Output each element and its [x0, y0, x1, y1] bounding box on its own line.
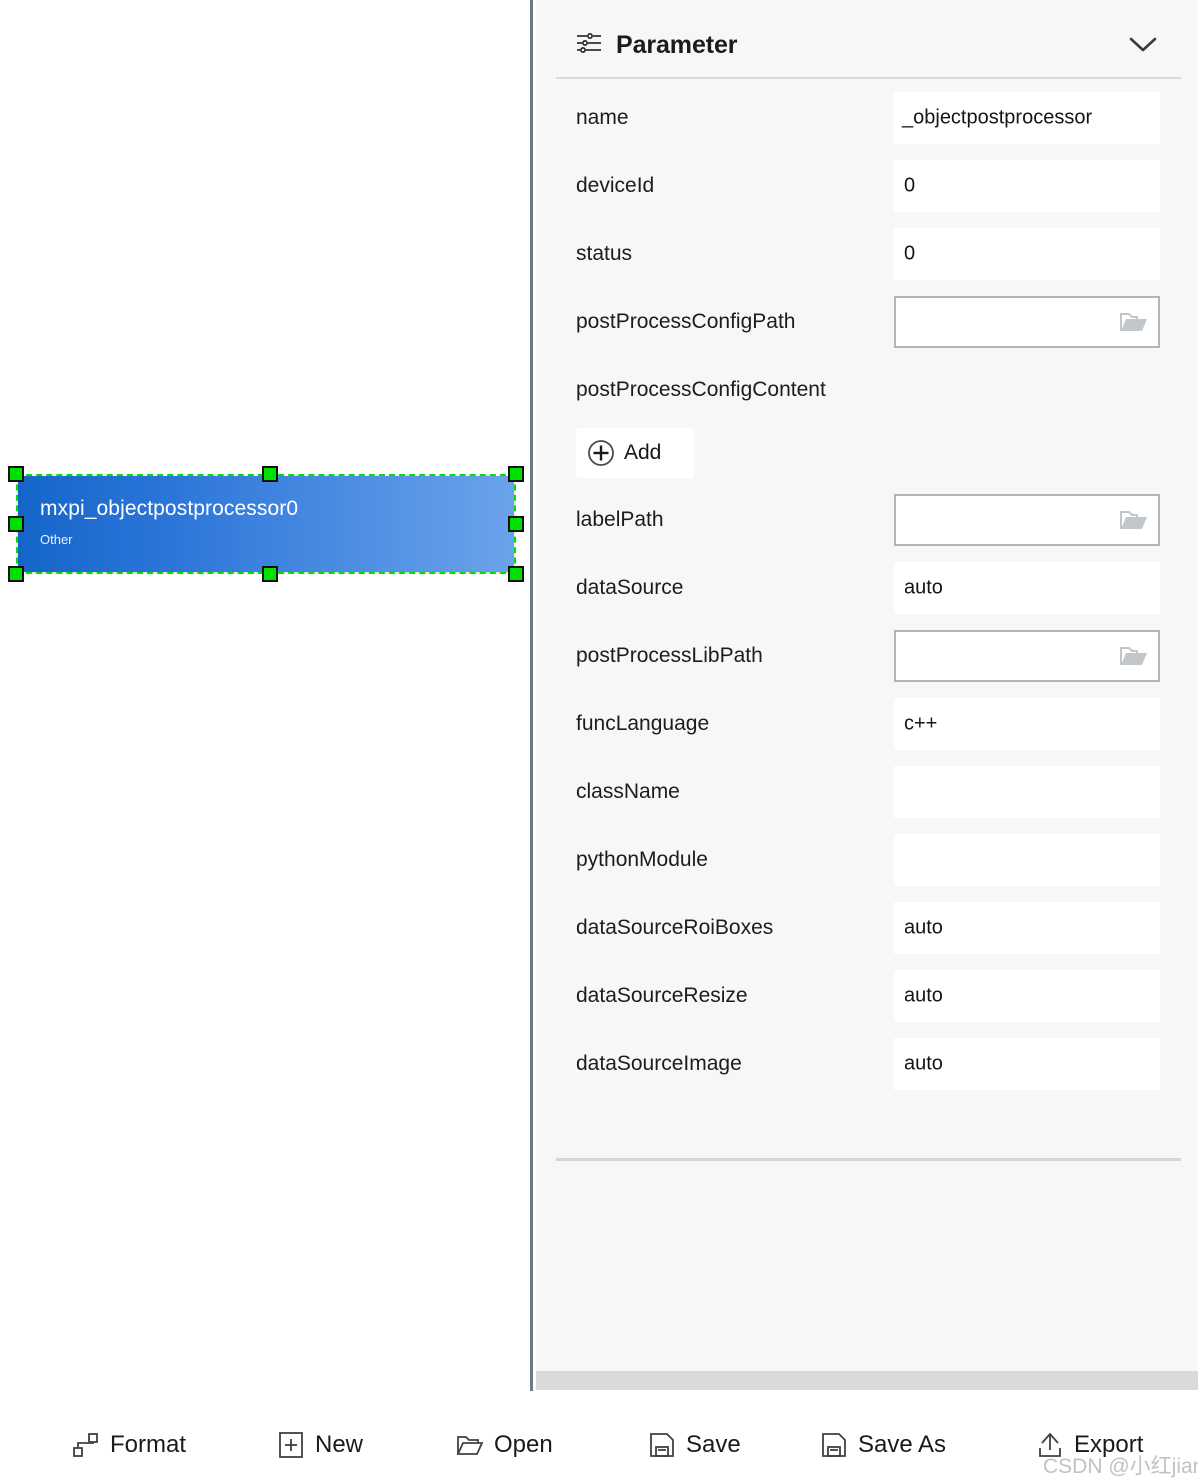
- parameter-value: auto: [904, 916, 943, 939]
- parameter-text-input[interactable]: 0: [894, 228, 1160, 280]
- parameter-value: 0: [904, 242, 916, 265]
- format-nodes-icon: [72, 1431, 100, 1459]
- parameter-row-postProcessConfigPath: postProcessConfigPath: [536, 288, 1198, 356]
- parameter-value: auto: [904, 1052, 943, 1075]
- parameter-row-dataSourceImage: dataSourceImage auto: [536, 1030, 1198, 1098]
- parameter-label: funcLanguage: [576, 712, 710, 735]
- section-divider: [556, 1158, 1181, 1161]
- panel-splitter[interactable]: [530, 0, 533, 1391]
- resize-handle-middle-right[interactable]: [508, 516, 524, 532]
- plus-square-icon: [277, 1431, 305, 1459]
- save-button[interactable]: Save: [648, 1425, 741, 1465]
- parameter-row-funcLanguage: funcLanguage c++: [536, 690, 1198, 758]
- parameter-file-input[interactable]: [894, 494, 1160, 546]
- parameter-file-input[interactable]: [894, 296, 1160, 348]
- parameter-value: 0: [904, 174, 916, 197]
- parameter-text-input[interactable]: 0: [894, 160, 1160, 212]
- parameter-value: _objectpostprocessor: [902, 106, 1093, 129]
- resize-handle-bottom-left[interactable]: [8, 566, 24, 582]
- resize-handle-top-right[interactable]: [508, 466, 524, 482]
- parameter-text-input[interactable]: [894, 834, 1160, 886]
- parameter-label: dataSource: [576, 576, 684, 599]
- parameter-row-labelPath: labelPath: [536, 486, 1198, 554]
- folder-browse-icon[interactable]: [1120, 509, 1148, 531]
- folder-browse-icon[interactable]: [1120, 645, 1148, 667]
- parameter-label: dataSourceRoiBoxes: [576, 916, 774, 939]
- resize-handle-bottom-center[interactable]: [262, 566, 278, 582]
- parameter-value: auto: [904, 984, 943, 1007]
- parameter-label: name: [576, 106, 629, 129]
- parameter-label: dataSourceResize: [576, 984, 748, 1007]
- parameter-text-input[interactable]: [894, 766, 1160, 818]
- parameter-row-postProcessLibPath: postProcessLibPath: [536, 622, 1198, 690]
- graph-node-mxpi-objectpostprocessor0[interactable]: mxpi_objectpostprocessor0 Other: [8, 466, 524, 582]
- parameter-label: dataSourceImage: [576, 1052, 742, 1075]
- node-body[interactable]: mxpi_objectpostprocessor0 Other: [18, 476, 514, 572]
- resize-handle-top-center[interactable]: [262, 466, 278, 482]
- floppy-disk-icon: [648, 1431, 676, 1459]
- parameter-label: deviceId: [576, 174, 655, 197]
- parameter-label: pythonModule: [576, 848, 708, 871]
- parameter-row-dataSourceRoiBoxes: dataSourceRoiBoxes auto: [536, 894, 1198, 962]
- parameter-text-input[interactable]: _objectpostprocessor: [894, 92, 1160, 144]
- new-button[interactable]: New: [277, 1425, 363, 1465]
- header-divider: [556, 77, 1181, 79]
- parameter-label: status: [576, 242, 633, 265]
- save-as-button[interactable]: Save As: [820, 1425, 946, 1465]
- plus-circle-icon: [586, 438, 616, 468]
- parameter-label: labelPath: [576, 508, 664, 531]
- export-label: Export: [1074, 1431, 1144, 1458]
- node-subtitle: Other: [40, 532, 73, 547]
- parameter-row-postProcessConfigContent: postProcessConfigContent: [536, 356, 1198, 424]
- export-button[interactable]: Export: [1036, 1425, 1143, 1465]
- parameter-row-className: className: [536, 758, 1198, 826]
- panel-title: Parameter: [616, 31, 738, 59]
- parameter-label: postProcessConfigPath: [576, 310, 796, 333]
- format-label: Format: [110, 1431, 187, 1458]
- parameter-value: auto: [904, 576, 943, 599]
- parameter-text-input[interactable]: c++: [894, 698, 1160, 750]
- parameter-text-input[interactable]: auto: [894, 1038, 1160, 1090]
- parameter-row-dataSourceResize: dataSourceResize auto: [536, 962, 1198, 1030]
- parameter-row-name: name _objectpostprocessor: [536, 84, 1198, 152]
- parameter-panel-header[interactable]: Parameter: [536, 0, 1198, 78]
- chevron-down-icon[interactable]: [1126, 33, 1160, 55]
- parameter-text-input[interactable]: auto: [894, 562, 1160, 614]
- resize-handle-bottom-right[interactable]: [508, 566, 524, 582]
- resize-handle-middle-left[interactable]: [8, 516, 24, 532]
- parameter-label: postProcessConfigContent: [576, 378, 826, 401]
- parameter-label: postProcessLibPath: [576, 644, 763, 667]
- parameter-file-input[interactable]: [894, 630, 1160, 682]
- bottom-toolbar: Format New Open Save Save As Export: [0, 1391, 1198, 1479]
- parameter-row-pythonModule: pythonModule: [536, 826, 1198, 894]
- node-title: mxpi_objectpostprocessor0: [40, 497, 299, 520]
- add-row: Add: [536, 424, 1198, 486]
- save-label: Save: [686, 1431, 741, 1458]
- add-button[interactable]: Add: [576, 428, 694, 478]
- parameter-panel: Parameter name _objectpostprocessordevice…: [536, 0, 1198, 1371]
- upload-arrow-icon: [1036, 1431, 1064, 1459]
- panel-horizontal-scrollbar[interactable]: [536, 1371, 1198, 1390]
- resize-handle-top-left[interactable]: [8, 466, 24, 482]
- save-as-label: Save As: [858, 1431, 947, 1458]
- parameter-text-input[interactable]: auto: [894, 970, 1160, 1022]
- parameter-value: c++: [904, 712, 938, 735]
- parameter-text-input[interactable]: auto: [894, 902, 1160, 954]
- new-label: New: [315, 1431, 364, 1458]
- graph-canvas[interactable]: mxpi_objectpostprocessor0 Other: [0, 0, 530, 1390]
- parameter-row-deviceId: deviceId 0: [536, 152, 1198, 220]
- open-label: Open: [494, 1431, 553, 1458]
- parameter-rows: name _objectpostprocessor deviceId 0 status 0…: [536, 84, 1198, 1098]
- parameter-label: className: [576, 780, 680, 803]
- folder-open-icon: [456, 1431, 484, 1459]
- format-button[interactable]: Format: [72, 1425, 186, 1465]
- settings-sliders-icon: [576, 32, 602, 54]
- parameter-row-status: status 0: [536, 220, 1198, 288]
- parameter-row-dataSource: dataSource auto: [536, 554, 1198, 622]
- folder-browse-icon[interactable]: [1120, 311, 1148, 333]
- open-button[interactable]: Open: [456, 1425, 553, 1465]
- floppy-disk-icon: [820, 1431, 848, 1459]
- add-button-label: Add: [624, 441, 662, 464]
